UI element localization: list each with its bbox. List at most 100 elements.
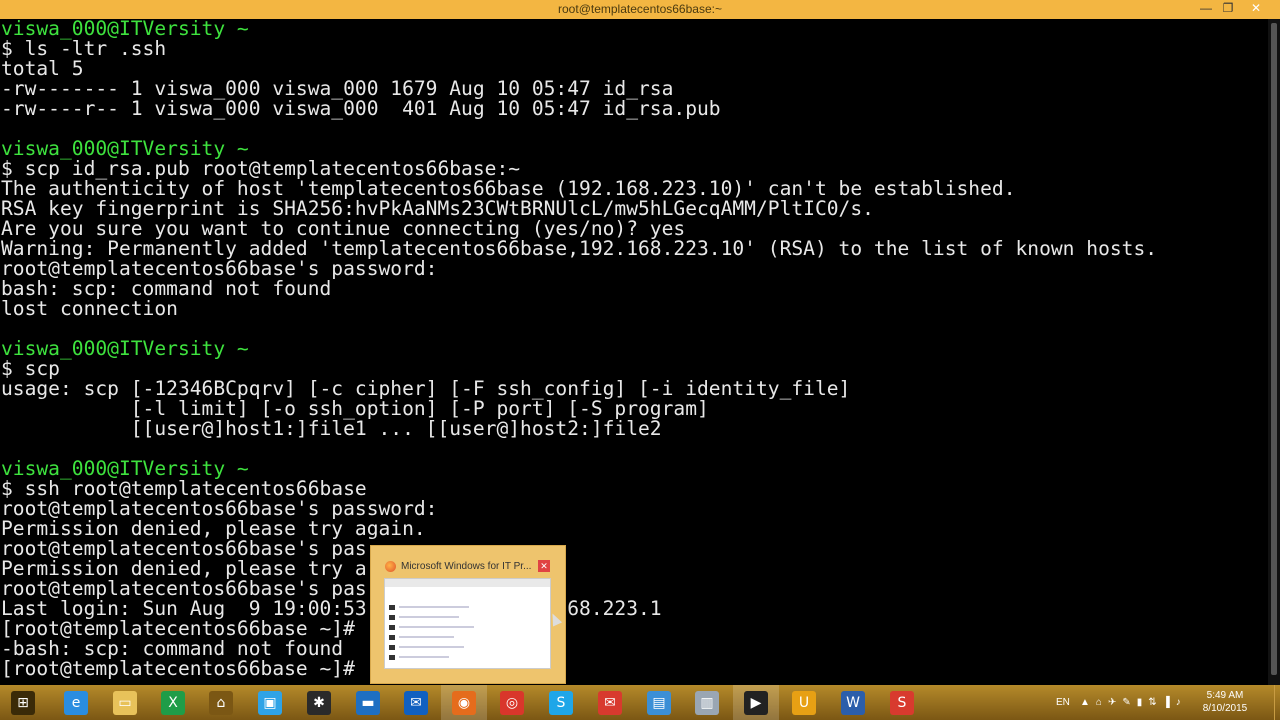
terminal-line: Are you sure you want to continue connec… — [1, 217, 686, 240]
terminal-line: root@templatecentos66base's pas — [1, 577, 367, 600]
word-pad-button[interactable]: ▤ — [636, 685, 682, 720]
terminal-icon: ▶ — [744, 690, 768, 715]
terminal-line: $ scp — [1, 357, 60, 380]
sync-icon[interactable]: ⇅ — [1148, 697, 1156, 708]
file-explorer-button[interactable]: ▭ — [102, 685, 148, 720]
folder-icon: ▭ — [113, 690, 137, 715]
clock-date: 8/10/2015 — [1202, 703, 1248, 714]
thumbnail-bullet — [389, 635, 395, 640]
thumbnail-row — [399, 616, 459, 618]
terminal-line: $ ssh root@templatecentos66base — [1, 477, 367, 500]
terminal-line: -rw----r-- 1 viswa_000 viswa_000 401 Aug… — [1, 97, 721, 120]
terminal-button[interactable]: ▶ — [733, 685, 779, 720]
terminal-line: bash: scp: command not found — [1, 277, 332, 300]
terminal-line: -rw------- 1 viswa_000 viswa_000 1679 Au… — [1, 77, 674, 100]
terminal-prompt-line: viswa_000@ITVersity ~ — [1, 137, 249, 160]
mail-icon: ✉ — [598, 690, 622, 715]
terminal-output[interactable]: viswa_000@ITVersity ~ $ ls -ltr .ssh total… — [0, 19, 1268, 685]
thumbnail-bullet — [389, 615, 395, 620]
remote-desktop-button[interactable]: ▬ — [345, 685, 391, 720]
internet-explorer-button[interactable]: e — [53, 685, 99, 720]
terminal-line: RSA key fingerprint is SHA256:hvPkAaNMs2… — [1, 197, 874, 220]
file-manager-button[interactable]: ▥ — [684, 685, 730, 720]
folder-files-icon: ▥ — [695, 690, 719, 715]
show-hidden-icons-icon[interactable]: ▲ — [1080, 697, 1090, 708]
terminal-line: $ scp id_rsa.pub root@templatecentos66ba… — [1, 157, 521, 180]
show-desktop-button[interactable] — [1274, 685, 1280, 720]
home-button[interactable]: ⌂ — [198, 685, 244, 720]
terminal-line: [[user@]host1:]file1 ... [[user@]host2:]… — [1, 417, 662, 440]
store-icon: ▣ — [258, 690, 282, 715]
window-title-bar[interactable]: root@templatecentos66base:~ — ❐ ✕ — [0, 0, 1280, 19]
mail-button[interactable]: ✉ — [587, 685, 633, 720]
firefox-icon — [385, 561, 396, 572]
preview-thumbnail-image[interactable] — [384, 578, 551, 669]
terminal-line: usage: scp [-12346BCpqrv] [-c cipher] [-… — [1, 377, 851, 400]
internet-explorer-icon: e — [64, 690, 88, 715]
windows-logo-icon: ⊞ — [11, 690, 35, 715]
terminal-line: [-l limit] [-o ssh_option] [-P port] [-S… — [1, 397, 709, 420]
close-button[interactable]: ✕ — [1240, 0, 1272, 19]
language-indicator[interactable]: EN — [1056, 685, 1070, 720]
chrome-button[interactable]: ◎ — [489, 685, 535, 720]
terminal-prompt-line: viswa_000@ITVersity ~ — [1, 457, 249, 480]
mail-app-icon: ✉ — [404, 690, 428, 715]
terminal-line: Permission denied, please try a — [1, 557, 367, 580]
word-button[interactable]: W — [830, 685, 876, 720]
network-icon[interactable]: ✈ — [1108, 697, 1116, 708]
skype-icon: S — [549, 690, 573, 715]
terminal-line: The authenticity of host 'templatecentos… — [1, 177, 1016, 200]
thumbnail-bullet — [389, 605, 395, 610]
home-icon: ⌂ — [209, 690, 233, 715]
terminal-scrollbar[interactable] — [1268, 19, 1280, 685]
thumbnail-toolbar — [385, 579, 550, 587]
editor-icon: U — [792, 690, 816, 715]
chrome-icon: ◎ — [500, 690, 524, 715]
preview-close-button[interactable]: ✕ — [538, 560, 550, 572]
terminal-line: $ ls -ltr .ssh — [1, 37, 167, 60]
thumbnail-row — [399, 636, 454, 638]
terminal-prompt-line: viswa_000@ITVersity ~ — [1, 19, 249, 40]
window-title: root@templatecentos66base:~ — [558, 2, 722, 16]
preview-title: Microsoft Windows for IT Pr... — [401, 561, 532, 572]
clock-time: 5:49 AM — [1206, 690, 1244, 701]
volume-icon[interactable]: ♪ — [1176, 697, 1181, 708]
thumbnail-bullet — [389, 625, 395, 630]
taskbar-thumbnail-preview[interactable]: Microsoft Windows for IT Pr... ✕ — [370, 545, 566, 684]
start-button[interactable]: ⊞ — [0, 685, 46, 720]
terminal-line: Permission denied, please try again. — [1, 517, 426, 540]
store-button[interactable]: ▣ — [247, 685, 293, 720]
terminal-line: [root@templatecentos66base ~]# — [1, 617, 355, 640]
clock[interactable]: 5:49 AM 8/10/2015 — [1200, 689, 1250, 715]
thumbnail-bullet — [389, 645, 395, 650]
signal-icon[interactable]: ▐ — [1163, 697, 1170, 708]
ultraedit-button[interactable]: U — [781, 685, 827, 720]
terminal-line: lost connection — [1, 297, 178, 320]
terminal-line: root@templatecentos66base's password: — [1, 257, 438, 280]
thumbnail-bullet — [389, 655, 395, 660]
app-network-button[interactable]: ✱ — [296, 685, 342, 720]
scrollbar-thumb[interactable] — [1271, 23, 1277, 675]
terminal-line: -bash: scp: command not found — [1, 637, 344, 660]
document-icon: ▤ — [647, 690, 671, 715]
thumbnail-row — [399, 626, 474, 628]
terminal-prompt-line: viswa_000@ITVersity ~ — [1, 337, 249, 360]
recorder-icon: S — [890, 690, 914, 715]
action-center-icon[interactable]: ⌂ — [1096, 697, 1102, 708]
terminal-line: root@templatecentos66base's password: — [1, 497, 438, 520]
excel-button[interactable]: X — [150, 685, 196, 720]
word-icon: W — [841, 690, 865, 715]
outlook-button[interactable]: ✉ — [393, 685, 439, 720]
battery-icon[interactable]: ▮ — [1137, 697, 1143, 708]
firefox-icon: ◉ — [452, 690, 476, 715]
terminal-line: total 5 — [1, 57, 84, 80]
terminal-line: root@templatecentos66base's pas — [1, 537, 367, 560]
firefox-button[interactable]: ◉ — [441, 685, 487, 720]
monitor-icon: ▬ — [356, 690, 380, 715]
pen-icon[interactable]: ✎ — [1122, 697, 1130, 708]
maximize-button[interactable]: ❐ — [1215, 0, 1241, 19]
screen-recorder-button[interactable]: S — [879, 685, 925, 720]
system-tray[interactable]: ▲ ⌂ ✈ ✎ ▮ ⇅ ▐ ♪ — [1080, 685, 1181, 720]
skype-button[interactable]: S — [538, 685, 584, 720]
terminal-line: Warning: Permanently added 'templatecent… — [1, 237, 1158, 260]
